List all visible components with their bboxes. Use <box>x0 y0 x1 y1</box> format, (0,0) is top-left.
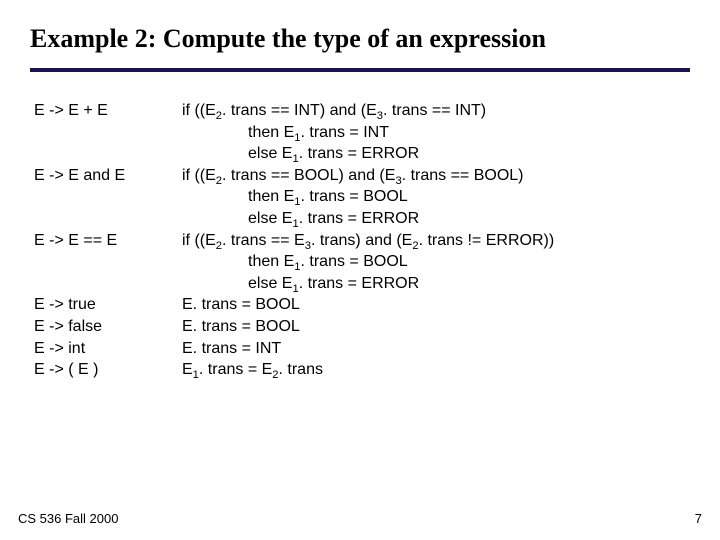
rhs-0-line-1: then E1. trans = INT <box>182 122 690 144</box>
rhs-5: E. trans = INT <box>182 338 690 360</box>
rules-grid: E -> E + E if ((E2. trans == INT) and (E… <box>30 100 690 381</box>
rhs-3-line-0: E. trans = BOOL <box>182 294 690 316</box>
rhs-2-line-0: if ((E2. trans == E3. trans) and (E2. tr… <box>182 230 690 252</box>
rhs-0: if ((E2. trans == INT) and (E3. trans ==… <box>182 100 690 165</box>
lhs-5: E -> int <box>34 338 164 360</box>
rhs-1-line-0: if ((E2. trans == BOOL) and (E3. trans =… <box>182 165 690 187</box>
title-rule <box>30 68 690 72</box>
lhs-2: E -> E == E <box>34 230 164 295</box>
rhs-2-line-1: then E1. trans = BOOL <box>182 251 690 273</box>
rhs-6-line-0: E1. trans = E2. trans <box>182 359 690 381</box>
rhs-1-line-2: else E1. trans = ERROR <box>182 208 690 230</box>
rhs-1-line-1: then E1. trans = BOOL <box>182 186 690 208</box>
page-number: 7 <box>695 511 702 526</box>
lhs-4: E -> false <box>34 316 164 338</box>
lhs-1: E -> E and E <box>34 165 164 230</box>
rhs-1: if ((E2. trans == BOOL) and (E3. trans =… <box>182 165 690 230</box>
slide: Example 2: Compute the type of an expres… <box>0 0 720 540</box>
rhs-0-line-2: else E1. trans = ERROR <box>182 143 690 165</box>
rhs-5-line-0: E. trans = INT <box>182 338 690 360</box>
rhs-0-line-0: if ((E2. trans == INT) and (E3. trans ==… <box>182 100 690 122</box>
footer-left: CS 536 Fall 2000 <box>18 511 118 526</box>
lhs-3: E -> true <box>34 294 164 316</box>
rhs-4-line-0: E. trans = BOOL <box>182 316 690 338</box>
lhs-6: E -> ( E ) <box>34 359 164 381</box>
rhs-6: E1. trans = E2. trans <box>182 359 690 381</box>
lhs-0: E -> E + E <box>34 100 164 165</box>
rhs-4: E. trans = BOOL <box>182 316 690 338</box>
slide-title: Example 2: Compute the type of an expres… <box>30 24 690 64</box>
rhs-2-line-2: else E1. trans = ERROR <box>182 273 690 295</box>
rhs-2: if ((E2. trans == E3. trans) and (E2. tr… <box>182 230 690 295</box>
footer: CS 536 Fall 2000 7 <box>18 511 702 526</box>
rhs-3: E. trans = BOOL <box>182 294 690 316</box>
